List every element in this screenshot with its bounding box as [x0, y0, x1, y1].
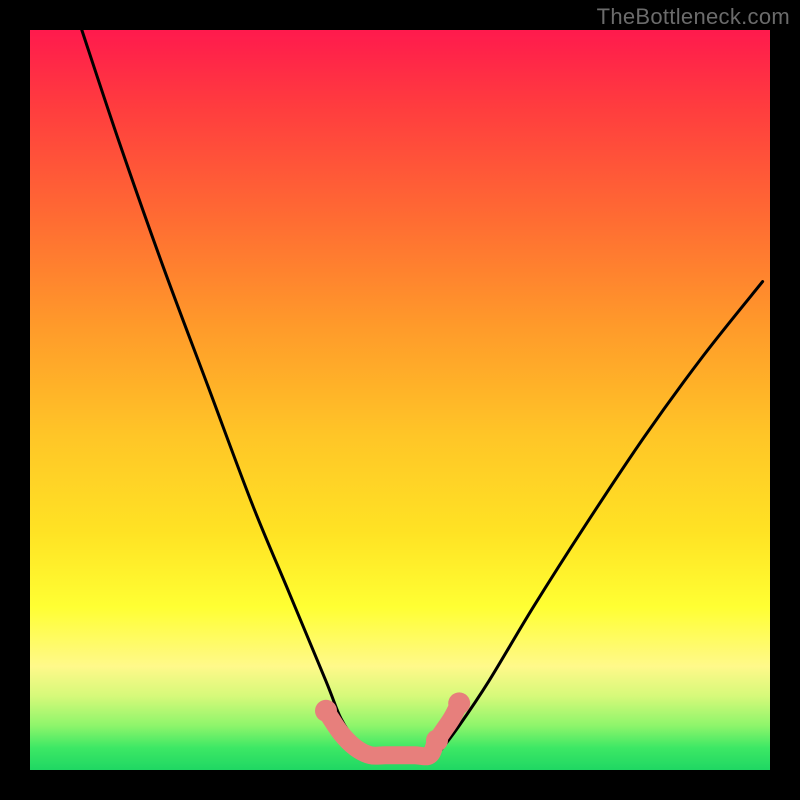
- right-curve: [437, 282, 763, 756]
- chart-plot-area: [30, 30, 770, 770]
- trough-marker-dot: [315, 700, 337, 722]
- chart-frame: TheBottleneck.com: [0, 0, 800, 800]
- chart-svg: [30, 30, 770, 770]
- trough-marker-dot: [426, 729, 448, 751]
- trough-marker-dot: [448, 692, 470, 714]
- watermark-text: TheBottleneck.com: [597, 4, 790, 30]
- left-curve: [82, 30, 371, 755]
- marker-layer: [315, 692, 470, 756]
- curve-layer: [82, 30, 763, 755]
